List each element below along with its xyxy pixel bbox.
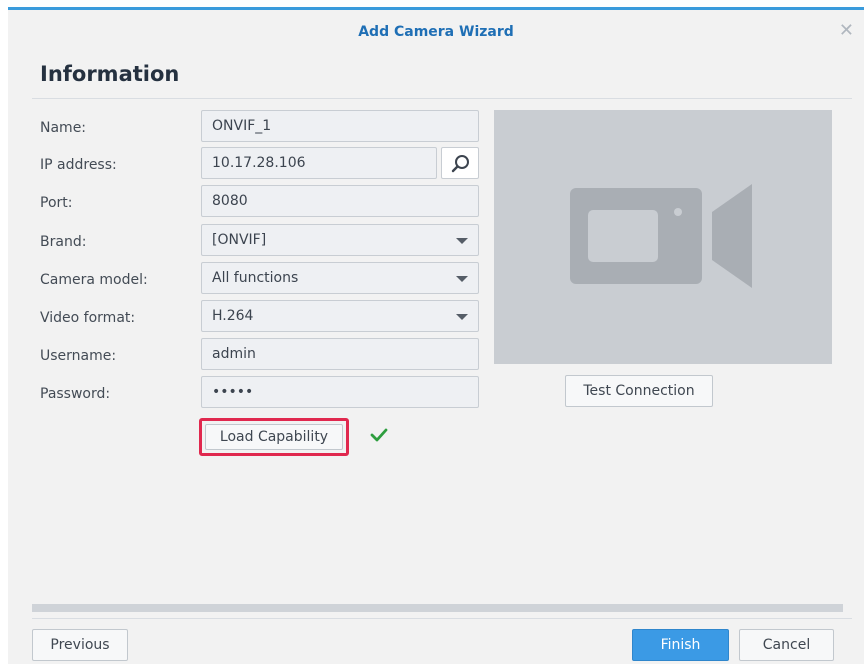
load-capability-button[interactable]: Load Capability bbox=[205, 424, 343, 450]
brand-label: Brand: bbox=[40, 234, 87, 250]
close-icon[interactable]: ✕ bbox=[839, 20, 854, 41]
username-input[interactable]: admin bbox=[201, 338, 479, 370]
finish-button[interactable]: Finish bbox=[632, 629, 729, 661]
ip-search-button[interactable] bbox=[441, 147, 479, 179]
password-label: Password: bbox=[40, 386, 111, 402]
port-label: Port: bbox=[40, 195, 73, 211]
chevron-down-icon bbox=[456, 314, 468, 320]
test-connection-button[interactable]: Test Connection bbox=[565, 375, 713, 407]
video-format-select-value: H.264 bbox=[212, 308, 254, 324]
add-camera-wizard-dialog: Add Camera Wizard ✕ Information Name: ON… bbox=[8, 7, 864, 664]
load-capability-highlight: Load Capability bbox=[199, 418, 349, 456]
password-input[interactable]: ••••• bbox=[201, 376, 479, 408]
search-icon bbox=[451, 155, 469, 173]
header-divider bbox=[32, 98, 852, 99]
ip-address-input[interactable]: 10.17.28.106 bbox=[201, 147, 437, 179]
cancel-button[interactable]: Cancel bbox=[739, 629, 834, 661]
checkmark-icon bbox=[370, 428, 388, 442]
dialog-title: Add Camera Wizard bbox=[358, 24, 514, 40]
camera-model-select-value: All functions bbox=[212, 270, 299, 286]
brand-select[interactable]: [ONVIF] bbox=[201, 224, 479, 256]
camera-preview bbox=[494, 110, 832, 364]
camera-model-label: Camera model: bbox=[40, 272, 148, 288]
chevron-down-icon bbox=[456, 238, 468, 244]
ip-address-label: IP address: bbox=[40, 157, 117, 173]
name-input[interactable]: ONVIF_1 bbox=[201, 110, 479, 142]
username-label: Username: bbox=[40, 348, 117, 364]
chevron-down-icon bbox=[456, 276, 468, 282]
name-label: Name: bbox=[40, 120, 87, 136]
brand-select-value: [ONVIF] bbox=[212, 232, 267, 248]
previous-button[interactable]: Previous bbox=[32, 629, 128, 661]
video-format-label: Video format: bbox=[40, 310, 136, 326]
port-input[interactable]: 8080 bbox=[201, 185, 479, 217]
video-camera-icon bbox=[570, 184, 752, 288]
footer-divider bbox=[32, 618, 852, 619]
progress-bar bbox=[32, 604, 843, 612]
video-format-select[interactable]: H.264 bbox=[201, 300, 479, 332]
section-title: Information bbox=[40, 62, 180, 86]
camera-model-select[interactable]: All functions bbox=[201, 262, 479, 294]
